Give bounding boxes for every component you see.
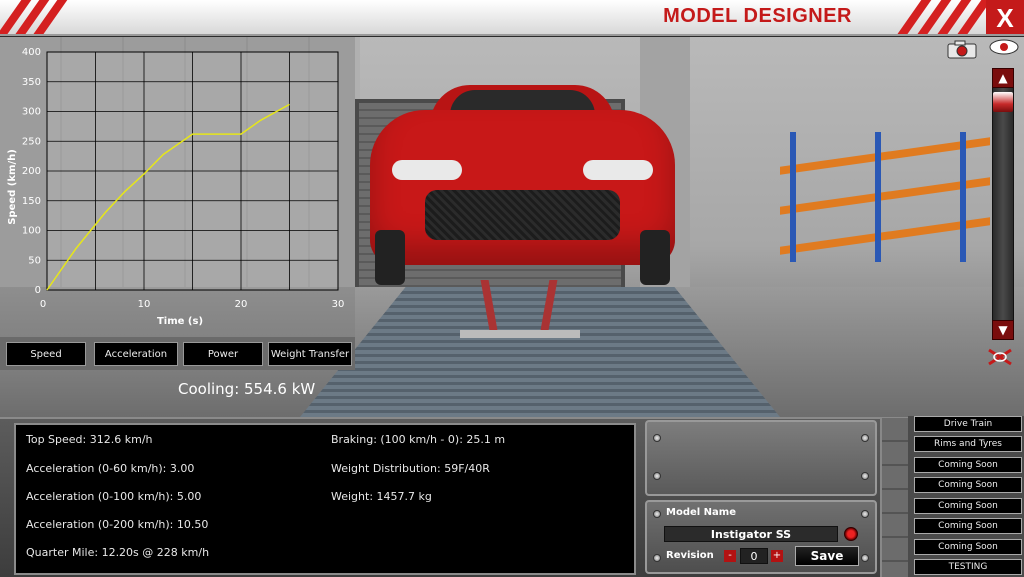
chart-x-tick-label: 10 bbox=[138, 299, 151, 310]
chart-y-tick-label: 300 bbox=[22, 107, 41, 118]
menu-coming-soon-4[interactable]: Coming Soon bbox=[914, 518, 1022, 534]
title-bar: MODEL DESIGNER X bbox=[0, 0, 1024, 36]
chart-y-axis-label: Speed (km/h) bbox=[7, 149, 18, 225]
chart-y-tick-label: 200 bbox=[22, 166, 41, 177]
chart-y-tick-label: 250 bbox=[22, 136, 41, 147]
save-button[interactable]: Save bbox=[795, 546, 859, 566]
eye-icon[interactable] bbox=[988, 39, 1020, 55]
stat-top-speed: Top Speed: 312.6 km/h bbox=[26, 433, 153, 446]
chart-x-tick-label: 0 bbox=[40, 299, 46, 310]
revision-decrement-button[interactable]: - bbox=[724, 550, 736, 562]
side-menu: Drive Train Rims and Tyres Coming Soon C… bbox=[908, 416, 1024, 577]
model-name-label: Model Name bbox=[666, 507, 736, 518]
zoom-down-button[interactable]: ▼ bbox=[992, 320, 1014, 340]
chart-x-tick-label: 30 bbox=[332, 299, 345, 310]
chart-y-tick-label: 350 bbox=[22, 77, 41, 88]
cooling-readout: Cooling: 554.6 kW bbox=[178, 380, 316, 398]
revision-label: Revision bbox=[666, 550, 714, 561]
zoom-up-button[interactable]: ▲ bbox=[992, 68, 1014, 88]
stat-weight-distribution: Weight Distribution: 59F/40R bbox=[331, 462, 490, 475]
record-icon[interactable] bbox=[844, 527, 858, 541]
chart-y-tick-label: 0 bbox=[35, 285, 41, 296]
revision-increment-button[interactable]: + bbox=[771, 550, 783, 562]
chart-x-tick-label: 20 bbox=[235, 299, 248, 310]
revision-value: 0 bbox=[740, 548, 768, 564]
stat-quarter-mile: Quarter Mile: 12.20s @ 228 km/h bbox=[26, 546, 210, 559]
menu-rims-and-tyres[interactable]: Rims and Tyres bbox=[914, 436, 1022, 452]
speed-chart: 0 50 100 150 200 250 300 350 400 0 10 20 30 Time (s)… bbox=[7, 47, 345, 327]
menu-coming-soon-5[interactable]: Coming Soon bbox=[914, 539, 1022, 555]
shelf-rack bbox=[780, 132, 990, 262]
tab-acceleration[interactable]: Acceleration bbox=[94, 342, 178, 366]
menu-drive-train[interactable]: Drive Train bbox=[914, 416, 1022, 432]
header-stripes-right bbox=[891, 0, 995, 34]
stat-accel-60: Acceleration (0-60 km/h): 3.00 bbox=[26, 462, 195, 475]
stat-accel-200: Acceleration (0-200 km/h): 10.50 bbox=[26, 518, 209, 531]
stat-accel-100: Acceleration (0-100 km/h): 5.00 bbox=[26, 490, 202, 503]
stats-panel: Top Speed: 312.6 km/h Acceleration (0-60… bbox=[14, 423, 636, 575]
stat-weight: Weight: 1457.7 kg bbox=[331, 490, 432, 503]
menu-testing[interactable]: TESTING bbox=[914, 559, 1022, 575]
menu-coming-soon-3[interactable]: Coming Soon bbox=[914, 498, 1022, 514]
menu-rail bbox=[880, 418, 908, 577]
zoom-slider-thumb[interactable] bbox=[993, 92, 1013, 112]
model-name-field[interactable]: Instigator SS bbox=[664, 526, 838, 542]
stat-braking: Braking: (100 km/h - 0): 25.1 m bbox=[331, 433, 506, 446]
chart-y-tick-label: 400 bbox=[22, 47, 41, 58]
camera-icon[interactable] bbox=[946, 39, 978, 59]
car-stand bbox=[460, 280, 580, 340]
close-button[interactable]: X bbox=[986, 0, 1024, 34]
chart-y-tick-label: 50 bbox=[28, 255, 41, 266]
chart-x-axis-label: Time (s) bbox=[157, 316, 203, 327]
graph-tab-bar: Speed Acceleration Power Weight Transfer bbox=[0, 337, 355, 370]
menu-coming-soon-2[interactable]: Coming Soon bbox=[914, 477, 1022, 493]
empty-info-plate bbox=[645, 420, 877, 496]
menu-coming-soon-1[interactable]: Coming Soon bbox=[914, 457, 1022, 473]
tab-power[interactable]: Power bbox=[183, 342, 263, 366]
tab-weight-transfer[interactable]: Weight Transfer bbox=[268, 342, 352, 366]
tab-speed[interactable]: Speed bbox=[6, 342, 86, 366]
car-model[interactable] bbox=[370, 80, 675, 338]
chart-y-tick-label: 150 bbox=[22, 196, 41, 207]
car-grille bbox=[425, 190, 620, 240]
chart-y-tick-label: 100 bbox=[22, 226, 41, 237]
performance-graph-panel: 0 50 100 150 200 250 300 350 400 0 10 20 30 Time (s)… bbox=[0, 37, 355, 337]
reset-view-icon[interactable] bbox=[985, 346, 1015, 368]
header-stripes-left bbox=[0, 0, 80, 34]
page-title: MODEL DESIGNER bbox=[663, 5, 852, 27]
